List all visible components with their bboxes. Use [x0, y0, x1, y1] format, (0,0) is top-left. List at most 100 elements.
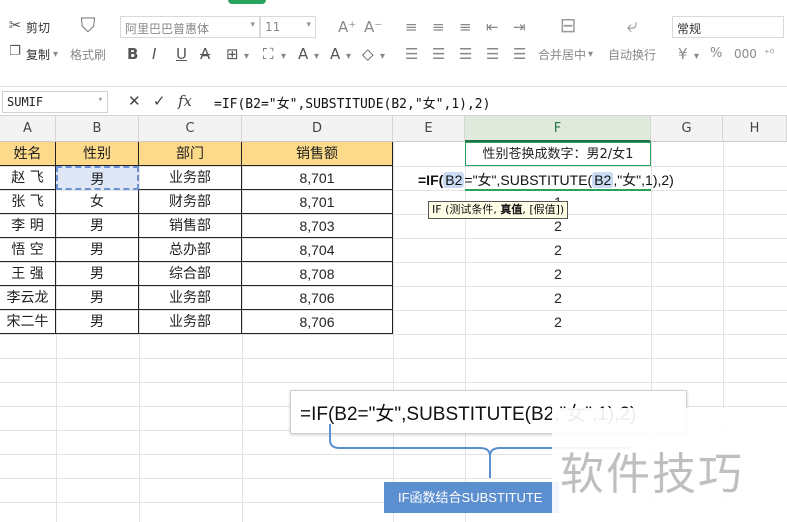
cell-department[interactable]: 业务部 [139, 310, 242, 334]
col-header-h[interactable]: H [723, 116, 787, 142]
cell-gender[interactable]: 男 [56, 262, 139, 286]
cell-name[interactable]: 李云龙 [0, 286, 56, 310]
number-format-select[interactable]: 常规 [672, 16, 784, 38]
merge-center-icon[interactable]: ⊟ [556, 15, 580, 35]
currency-dropdown-icon[interactable]: ▾ [694, 48, 699, 66]
cell-name[interactable]: 李 明 [0, 214, 56, 238]
fill-dropdown-icon[interactable]: ▾ [281, 48, 286, 66]
cell-sales[interactable]: 8,701 [242, 190, 393, 214]
fill-color-icon[interactable]: ⛶ [263, 45, 274, 63]
copy-dropdown-icon[interactable]: ▾ [53, 46, 58, 64]
percent-icon[interactable]: % [710, 45, 722, 63]
align-left-icon[interactable]: ☰ [405, 45, 418, 63]
formula-input[interactable]: =IF(B2="女",SUBSTITUDE(B2,"女",1),2) [214, 93, 490, 112]
cell-sales[interactable]: 8,706 [242, 286, 393, 310]
cell-editor-f2[interactable]: =IF(B2 ="女",SUBSTITUTE(B2 ,"女",1),2) [418, 170, 674, 190]
col-header-b[interactable]: B [56, 116, 139, 142]
increase-font-icon[interactable]: A⁺ [338, 18, 356, 36]
cell-name[interactable]: 宋二牛 [0, 310, 56, 334]
tooltip-bold-arg: 真值 [500, 203, 523, 216]
indent-increase-icon[interactable]: ⇥ [513, 18, 526, 36]
cell-department[interactable]: 财务部 [139, 190, 242, 214]
cell-sales[interactable]: 8,701 [242, 166, 393, 190]
wrap-text-button[interactable]: 自动换行 [608, 46, 656, 63]
font-color-dropdown-icon[interactable]: ▾ [314, 48, 319, 66]
cell-name[interactable]: 悟 空 [0, 238, 56, 262]
cell-gender[interactable]: 男 [56, 310, 139, 334]
thousands-icon[interactable]: 000 [734, 45, 757, 63]
cell-name[interactable]: 王 强 [0, 262, 56, 286]
col-header-d[interactable]: D [242, 116, 393, 142]
insert-function-icon[interactable]: fx [178, 92, 192, 110]
col-header-c[interactable]: C [139, 116, 242, 142]
distribute-icon[interactable]: ☰ [513, 45, 526, 63]
wrap-text-icon[interactable]: ⤶ [620, 15, 644, 35]
cell-sales[interactable]: 8,703 [242, 214, 393, 238]
copy-button[interactable]: 复制 [26, 46, 50, 63]
border-dropdown-icon[interactable]: ▾ [244, 48, 249, 66]
name-box[interactable]: SUMIF ▾ [2, 91, 108, 113]
f-result-cell[interactable]: 2 [465, 310, 651, 334]
cell-name[interactable]: 赵 飞 [0, 166, 56, 190]
cell-department[interactable]: 业务部 [139, 166, 242, 190]
editor-part: =IF( [418, 172, 444, 188]
f-result-cell[interactable]: 2 [465, 286, 651, 310]
f-result-cell[interactable]: 2 [465, 262, 651, 286]
cell-department[interactable]: 总办部 [139, 238, 242, 262]
cell-department[interactable]: 销售部 [139, 214, 242, 238]
header-cell-sales[interactable]: 销售额 [242, 142, 393, 166]
f1-header-cell[interactable]: 性别苍换成数字：男2/女1 [465, 142, 651, 166]
cell-sales[interactable]: 8,704 [242, 238, 393, 262]
decrease-font-icon[interactable]: A⁻ [364, 18, 382, 36]
font-color-icon[interactable]: A [298, 45, 308, 63]
align-top-icon[interactable]: ≡ [405, 18, 418, 36]
col-header-f[interactable]: F [465, 116, 651, 142]
italic-icon[interactable]: I [152, 45, 156, 63]
cell-sales[interactable]: 8,706 [242, 310, 393, 334]
align-right-icon[interactable]: ☰ [459, 45, 472, 63]
eraser-icon[interactable]: ◇ [362, 45, 374, 63]
cell-gender[interactable]: 男 [56, 214, 139, 238]
eraser-dropdown-icon[interactable]: ▾ [380, 48, 385, 66]
format-painter-icon[interactable]: ⛉ [78, 15, 98, 35]
border-icon[interactable]: ⊞ [226, 45, 239, 63]
col-header-a[interactable]: A [0, 116, 56, 142]
merge-center-button[interactable]: 合并居中 [538, 46, 586, 63]
f-result-cell[interactable]: 2 [465, 238, 651, 262]
align-middle-icon[interactable]: ≡ [432, 18, 445, 36]
col-header-g[interactable]: G [651, 116, 723, 142]
align-bottom-icon[interactable]: ≡ [459, 18, 472, 36]
align-center-icon[interactable]: ☰ [432, 45, 445, 63]
font-name-select[interactable]: 阿里巴巴普惠体 ▾ [120, 16, 260, 38]
cell-department[interactable]: 业务部 [139, 286, 242, 310]
scissors-icon[interactable]: ✂ [6, 16, 24, 34]
header-cell-name[interactable]: 姓名 [0, 142, 56, 166]
header-cell-gender[interactable]: 性别 [56, 142, 139, 166]
underline-icon[interactable]: U [176, 45, 187, 63]
font-color-a-icon[interactable]: A [330, 45, 340, 63]
merge-dropdown-icon[interactable]: ▾ [588, 46, 593, 64]
font-color-a-dropdown-icon[interactable]: ▾ [346, 48, 351, 66]
confirm-icon[interactable]: ✓ [153, 92, 166, 110]
indent-decrease-icon[interactable]: ⇤ [486, 18, 499, 36]
strikethrough-icon[interactable]: A [200, 45, 210, 63]
cell-reference-b2: B2 [443, 172, 465, 188]
justify-icon[interactable]: ☰ [486, 45, 499, 63]
cell-department[interactable]: 综合部 [139, 262, 242, 286]
cancel-icon[interactable]: ✕ [128, 92, 141, 110]
col-header-e[interactable]: E [393, 116, 465, 142]
font-size-select[interactable]: 11 ▾ [260, 16, 316, 38]
cell-sales[interactable]: 8,708 [242, 262, 393, 286]
format-painter-button[interactable]: 格式刷 [70, 46, 106, 63]
currency-icon[interactable]: ¥ [678, 45, 688, 63]
cell-gender[interactable]: 男 [56, 286, 139, 310]
cut-button[interactable]: 剪切 [26, 19, 50, 36]
bold-icon[interactable]: B [127, 45, 138, 63]
decimal-icon[interactable]: ⁺⁰ [764, 45, 774, 63]
copy-icon[interactable]: ❐ [6, 43, 24, 61]
cell-gender[interactable]: 女 [56, 190, 139, 214]
header-cell-department[interactable]: 部门 [139, 142, 242, 166]
cell-gender[interactable]: 男 [56, 238, 139, 262]
cell-name[interactable]: 张 飞 [0, 190, 56, 214]
cell-gender-selected[interactable]: 男 [56, 166, 139, 190]
